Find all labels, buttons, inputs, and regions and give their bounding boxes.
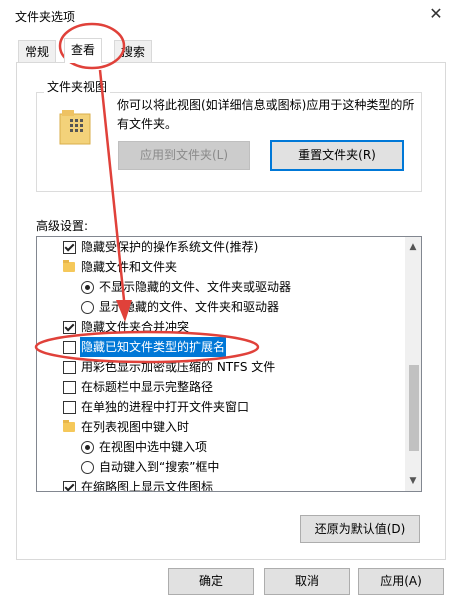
tree-item-label: 在标题栏中显示完整路径	[81, 380, 214, 394]
tree-item-label: 自动键入到“搜索”框中	[99, 460, 220, 474]
tab-view[interactable]: 查看	[64, 38, 103, 63]
scrollbar-thumb[interactable]	[409, 365, 419, 451]
advanced-settings-tree[interactable]: 隐藏受保护的操作系统文件(推荐) 隐藏文件和文件夹 不显示隐藏的文件、文件夹或驱…	[36, 236, 422, 492]
folder-icon	[63, 260, 75, 272]
close-icon[interactable]: ✕	[426, 4, 446, 24]
checkbox[interactable]	[63, 321, 76, 334]
hide-extensions-checkbox[interactable]	[63, 341, 76, 354]
scroll-up-icon[interactable]: ▲	[405, 239, 421, 255]
radio[interactable]	[81, 461, 94, 474]
radio[interactable]	[81, 441, 94, 454]
reset-folders-button[interactable]: 重置文件夹(R)	[270, 140, 404, 171]
folder-icon	[63, 420, 75, 432]
radio[interactable]	[81, 301, 94, 314]
tree-item-label: 在列表视图中键入时	[81, 420, 190, 434]
tab-general[interactable]: 常规	[18, 40, 57, 63]
checkbox[interactable]	[63, 241, 76, 254]
checkbox[interactable]	[63, 381, 76, 394]
advanced-settings-label: 高级设置:	[36, 219, 89, 233]
folder-views-label: 文件夹视图	[44, 78, 111, 95]
checkbox[interactable]	[63, 361, 76, 374]
tree-item-label: 隐藏受保护的操作系统文件(推荐)	[81, 240, 259, 254]
tree-item-label: 隐藏文件夹合并冲突	[81, 320, 190, 334]
tree-item-label: 在视图中选中键入项	[99, 440, 208, 454]
radio[interactable]	[81, 281, 94, 294]
tree-scrollbar[interactable]	[405, 237, 421, 491]
tree-item-label: 显示隐藏的文件、文件夹和驱动器	[99, 300, 280, 314]
restore-defaults-button[interactable]: 还原为默认值(D)	[300, 515, 420, 543]
tree-item-label: 在缩略图上显示文件图标	[81, 480, 214, 492]
ok-button[interactable]: 确定	[168, 568, 254, 595]
apply-to-folders-button[interactable]: 应用到文件夹(L)	[118, 141, 250, 170]
tree-item-label: 不显示隐藏的文件、文件夹或驱动器	[99, 280, 292, 294]
apply-button[interactable]: 应用(A)	[358, 568, 444, 595]
scroll-down-icon[interactable]: ▼	[405, 473, 421, 489]
window-title: 文件夹选项	[15, 10, 76, 24]
cancel-button[interactable]: 取消	[264, 568, 350, 595]
tree-item-label: 隐藏已知文件类型的扩展名	[80, 337, 227, 357]
folder-view-icon	[59, 110, 91, 145]
tree-item-label: 用彩色显示加密或压缩的 NTFS 文件	[81, 360, 276, 374]
folder-views-description: 你可以将此视图(如详细信息或图标)应用于这种类型的所有文件夹。	[117, 98, 415, 131]
checkbox[interactable]	[63, 481, 76, 491]
checkbox[interactable]	[63, 401, 76, 414]
tree-item-label: 在单独的进程中打开文件夹窗口	[81, 400, 250, 414]
tab-search[interactable]: 搜索	[114, 40, 153, 63]
tree-item-label: 隐藏文件和文件夹	[81, 260, 178, 274]
